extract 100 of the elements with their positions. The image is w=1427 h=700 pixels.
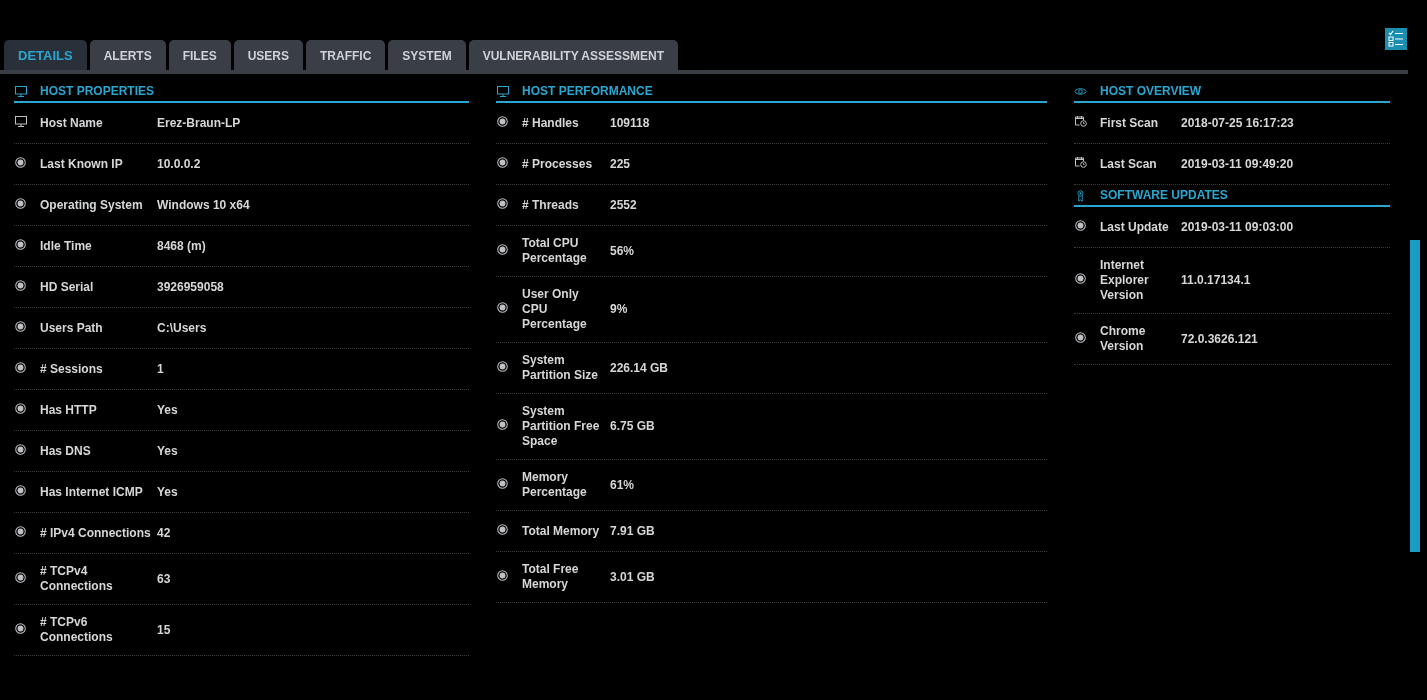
tab[interactable]: USERS [233, 40, 303, 70]
property-label: First Scan [1100, 115, 1160, 131]
scrollbar-thumb[interactable] [1410, 240, 1420, 552]
section-title: HOST PERFORMANCE [522, 84, 654, 99]
property-label: Users Path [40, 320, 104, 336]
property-label: Internet Explorer Version [1100, 258, 1150, 303]
property-value: 10.0.0.2 [157, 156, 202, 172]
radio-dot-icon [496, 523, 509, 535]
radio-dot-icon [1074, 331, 1087, 343]
property-label: # Handles [522, 115, 580, 131]
property-value: Yes [157, 443, 179, 459]
radio-dot-icon [496, 156, 509, 168]
property-label: Chrome Version [1100, 324, 1147, 354]
property-label: Total Free Memory [522, 562, 580, 592]
property-value: 15 [157, 622, 172, 638]
radio-dot-icon [14, 525, 27, 537]
property-label: # IPv4 Connections [40, 525, 152, 541]
property-label: Total CPU Percentage [522, 236, 588, 266]
property-value: 61% [610, 477, 636, 493]
property-value: 2019-03-11 09:49:20 [1181, 156, 1295, 172]
radio-dot-icon [14, 571, 27, 583]
section-title: HOST PROPERTIES [40, 84, 156, 99]
property-value: 11.0.17134.1 [1181, 273, 1252, 288]
eye-icon [1074, 87, 1087, 96]
property-value: 3926959058 [157, 279, 225, 295]
property-label: Last Scan [1100, 156, 1158, 172]
property-label: System Partition Free Space [522, 404, 601, 449]
property-value: 109118 [610, 115, 651, 131]
radio-dot-icon [496, 302, 509, 313]
tab[interactable]: ALERTS [89, 40, 166, 70]
property-label: # Sessions [40, 361, 104, 377]
property-value: Yes [157, 402, 179, 418]
award-ribbon-icon [1074, 189, 1087, 202]
tab[interactable]: DETAILS [4, 40, 87, 70]
radio-dot-icon [496, 360, 509, 372]
monitor-icon [14, 115, 27, 127]
radio-dot-icon [496, 197, 509, 209]
radio-dot-icon [496, 243, 509, 255]
tab[interactable]: FILES [168, 40, 231, 70]
property-label: HD Serial [40, 279, 95, 295]
property-label: Total Memory [522, 523, 601, 539]
property-value: 63 [157, 571, 172, 587]
property-value: 7.91 GB [610, 523, 656, 539]
property-label: # TCPv6 Connections [40, 615, 114, 645]
property-value: 2019-03-11 09:03:00 [1181, 219, 1295, 235]
property-label: Operating System [40, 197, 144, 213]
checklist-button[interactable] [1385, 28, 1407, 50]
radio-dot-icon [496, 477, 509, 489]
property-label: User Only CPU Percentage [522, 287, 588, 332]
property-label: Has HTTP [40, 402, 98, 418]
calendar-clock-icon [1074, 115, 1087, 127]
radio-dot-icon [14, 197, 27, 209]
tab[interactable]: TRAFFIC [306, 40, 386, 70]
property-value: 2018-07-25 16:17:23 [1181, 115, 1295, 131]
radio-dot-icon [1074, 273, 1087, 284]
radio-dot-icon [14, 443, 27, 455]
property-value: 225 [610, 156, 632, 172]
property-label: # Processes [522, 156, 594, 172]
property-value: 8468 (m) [157, 238, 207, 254]
radio-dot-icon [14, 320, 27, 332]
property-label: Memory Percentage [522, 470, 588, 500]
property-value: 72.0.3626.121 [1181, 331, 1259, 347]
tab[interactable]: VULNERABILITY ASSESSMENT [468, 40, 679, 70]
property-label: Has Internet ICMP [40, 484, 144, 500]
radio-dot-icon [496, 569, 509, 581]
radio-dot-icon [496, 115, 509, 127]
property-value: Yes [157, 484, 179, 500]
property-label: System Partition Size [522, 353, 599, 383]
section-title: HOST OVERVIEW [1100, 84, 1203, 99]
property-value: C:\Users [157, 320, 208, 336]
property-label: # TCPv4 Connections [40, 564, 114, 594]
property-label: Host Name [40, 115, 104, 131]
property-label: # Threads [522, 197, 580, 213]
property-value: 1 [157, 361, 165, 377]
monitor-icon [14, 86, 27, 97]
property-label: Last Update [1100, 219, 1170, 235]
radio-dot-icon [14, 361, 27, 373]
radio-dot-icon [1074, 219, 1087, 231]
property-value: 56% [610, 243, 636, 259]
calendar-clock-icon [1074, 156, 1087, 168]
property-value: 42 [157, 525, 172, 541]
property-value: 9% [610, 302, 629, 317]
property-label: Idle Time [40, 238, 93, 254]
property-value: 2552 [610, 197, 638, 213]
section-title: SOFTWARE UPDATES [1100, 188, 1229, 203]
property-value: Windows 10 x64 [157, 197, 251, 213]
property-value: 6.75 GB [610, 419, 656, 434]
property-value: 3.01 GB [610, 569, 656, 585]
radio-dot-icon [14, 402, 27, 414]
tab[interactable]: SYSTEM [388, 40, 466, 70]
property-label: Last Known IP [40, 156, 124, 172]
radio-dot-icon [14, 622, 27, 634]
checklist-icon [1387, 30, 1405, 48]
property-value: Erez-Braun-LP [157, 115, 242, 131]
property-value: 226.14 GB [610, 360, 670, 376]
radio-dot-icon [14, 238, 27, 250]
radio-dot-icon [14, 156, 27, 168]
radio-dot-icon [14, 484, 27, 496]
radio-dot-icon [14, 279, 27, 291]
radio-dot-icon [496, 419, 509, 430]
